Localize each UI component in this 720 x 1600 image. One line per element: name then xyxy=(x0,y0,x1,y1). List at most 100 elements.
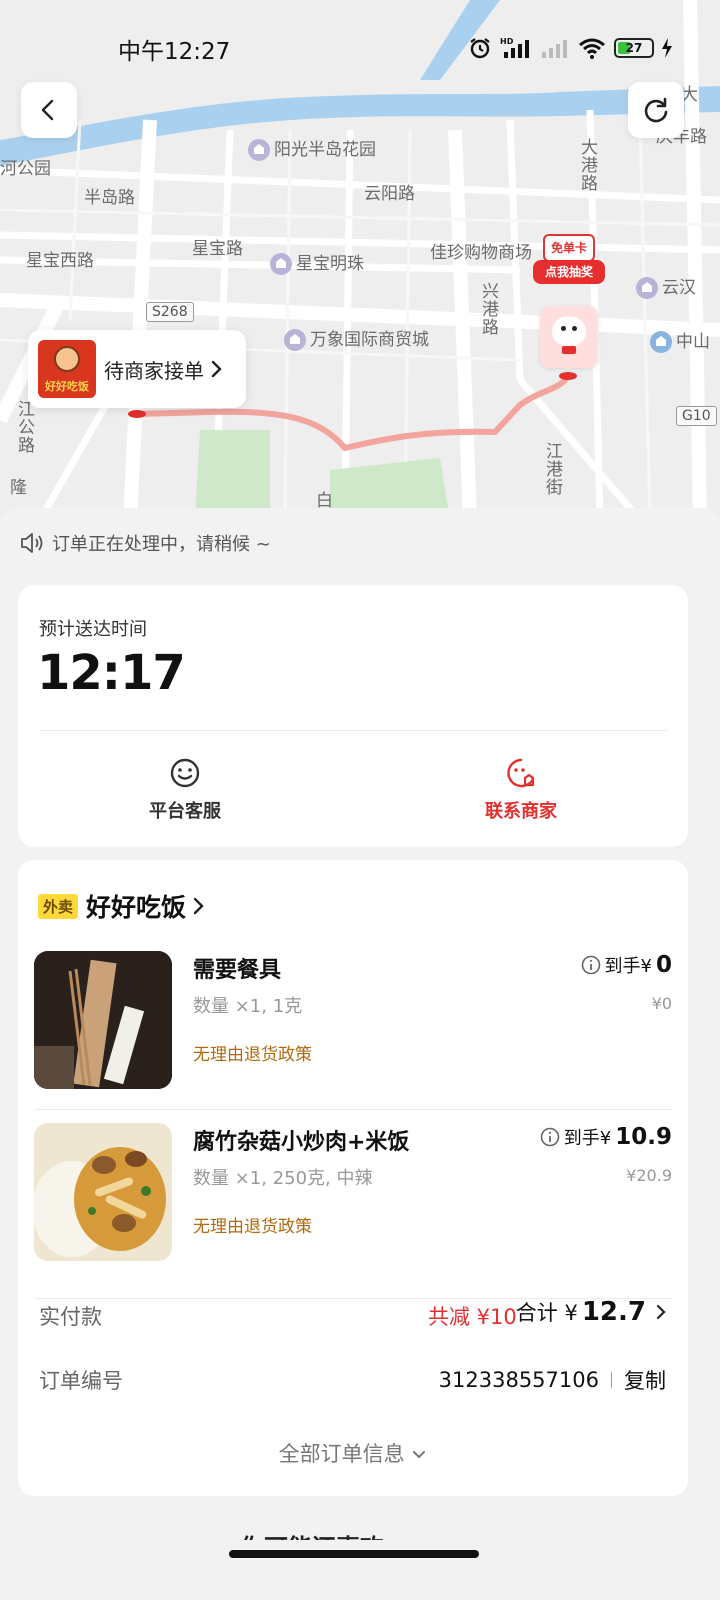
poi-icon xyxy=(284,329,306,351)
order-number: 312338557106 xyxy=(438,1368,599,1392)
charging-icon xyxy=(662,38,672,58)
map-poi-label: 阳光半岛花园 xyxy=(248,135,376,161)
total-prefix: 合计 ¥ xyxy=(515,1301,578,1325)
shop-header[interactable]: 外卖 好好吃饭 xyxy=(38,888,204,924)
info-icon[interactable] xyxy=(540,1127,560,1147)
order-number-label: 订单编号 xyxy=(39,1369,123,1393)
home-indicator[interactable] xyxy=(229,1550,479,1558)
utensil-image xyxy=(34,951,172,1089)
price-prefix: 到手¥ xyxy=(604,956,652,977)
promo-lottery-label: 点我抽奖 xyxy=(533,260,605,284)
paid-label: 实付款 xyxy=(39,1305,102,1329)
courier-marker xyxy=(540,306,598,368)
speaker-icon xyxy=(21,533,43,553)
recommendation-heading: 你可能还喜欢 xyxy=(240,1528,384,1540)
chevron-right-icon xyxy=(193,897,204,915)
map-poi-label: 万象国际商贸城 xyxy=(284,325,429,351)
order-item[interactable]: 需要餐具 数量 ×1, 1克 无理由退货政策 到手¥ 0 ¥0 xyxy=(34,948,672,1120)
notice-text: 订单正在处理中，请稍候 ~ xyxy=(52,534,271,555)
bus-icon xyxy=(650,331,672,353)
shop-chat-icon xyxy=(507,758,535,788)
item-spec: 数量 ×1, 250克, 中辣 xyxy=(193,1168,373,1189)
map-label: 半岛路 xyxy=(84,188,135,208)
order-sheet: 订单正在处理中，请稍候 ~ 预计送达时间 12:17 平台客服 联系商家 外卖 … xyxy=(0,508,720,1600)
status-bar: 中午12:27 HD 27 xyxy=(0,28,720,68)
all-order-info-label: 全部订单信息 xyxy=(278,1442,405,1466)
total-value: 12.7 xyxy=(581,1297,646,1327)
order-number-row: 312338557106 复制 xyxy=(439,1365,666,1395)
signal-icon: HD xyxy=(500,37,529,58)
map-label: 星宝路 xyxy=(192,239,243,259)
map-poi-label: 云汉 xyxy=(636,273,696,299)
highway-badge: G10 xyxy=(676,406,717,426)
map-label: 大港路 xyxy=(577,138,597,192)
status-time: 中午12:27 xyxy=(118,39,231,65)
map-label: 星宝西路 xyxy=(26,251,94,271)
map-poi-label: 星宝明珠 xyxy=(270,249,364,275)
delivery-map[interactable]: 河公园 阳光半岛花园 半岛路 云阳路 大港路 星宝西路 星宝路 星宝明珠 佳珍购… xyxy=(0,0,720,520)
divider xyxy=(39,730,667,731)
price-value: 0 xyxy=(655,952,672,978)
eta-label: 预计送达时间 xyxy=(39,619,147,640)
divider xyxy=(611,1372,612,1388)
chevron-right-icon xyxy=(656,1304,666,1320)
map-label: 佳珍购物商场 xyxy=(430,243,532,263)
chevron-right-icon xyxy=(211,360,222,378)
contact-merchant-button[interactable]: 联系商家 xyxy=(421,757,621,823)
map-label: 江港街 xyxy=(542,442,562,496)
map-label: 兴港路 xyxy=(478,282,498,336)
smile-icon xyxy=(170,758,200,788)
battery-icon: 27 xyxy=(614,38,654,58)
poi-icon xyxy=(270,253,292,275)
order-item[interactable]: 腐竹杂菇小炒肉+米饭 数量 ×1, 250克, 中辣 无理由退货政策 到手¥ 10… xyxy=(34,1120,672,1292)
customer-service-label: 平台客服 xyxy=(149,801,221,822)
free-order-lottery-badge[interactable]: 免单卡 点我抽奖 xyxy=(533,234,605,290)
dish-image xyxy=(34,1123,172,1261)
delivery-tag: 外卖 xyxy=(38,893,79,919)
item-name: 需要餐具 xyxy=(193,958,282,983)
back-button[interactable] xyxy=(21,82,77,138)
order-card: 外卖 好好吃饭 需要餐具 数量 ×1, 1克 无理由退货政策 到手¥ 0 ¥0 … xyxy=(18,860,688,1496)
contact-merchant-label: 联系商家 xyxy=(485,801,557,822)
price-value: 10.9 xyxy=(615,1124,672,1150)
eta-time: 12:17 xyxy=(37,645,186,701)
total-amount[interactable]: 合计 ¥12.7 xyxy=(516,1297,666,1327)
highway-badge: S268 xyxy=(146,302,194,322)
merchant-logo: 好好吃饭 xyxy=(38,340,96,398)
item-price: 到手¥ 0 xyxy=(581,952,672,978)
item-original-price: ¥0 xyxy=(651,994,672,1013)
price-prefix: 到手¥ xyxy=(563,1128,612,1149)
item-return-policy[interactable]: 无理由退货政策 xyxy=(193,1040,312,1065)
svg-text:HD: HD xyxy=(500,37,514,46)
item-original-price: ¥20.9 xyxy=(626,1166,672,1185)
customer-service-button[interactable]: 平台客服 xyxy=(85,757,285,823)
poi-icon xyxy=(248,139,270,161)
item-return-policy[interactable]: 无理由退货政策 xyxy=(193,1212,312,1237)
map-label: 河公园 xyxy=(0,159,51,179)
poi-icon xyxy=(636,277,658,299)
wifi-icon xyxy=(579,38,605,59)
all-order-info-toggle[interactable]: 全部订单信息 xyxy=(18,1438,688,1468)
map-label: 江公路 xyxy=(14,400,34,454)
promo-card-label: 免单卡 xyxy=(543,234,595,262)
item-spec: 数量 ×1, 1克 xyxy=(193,996,303,1017)
processing-notice: 订单正在处理中，请稍候 ~ xyxy=(20,530,271,556)
map-label: 隆 xyxy=(6,478,26,496)
item-price: 到手¥ 10.9 xyxy=(540,1124,672,1150)
signal-2-icon xyxy=(542,40,567,58)
merchant-status-label: 待商家接单 xyxy=(104,358,204,383)
merchant-status-card[interactable]: 好好吃饭 待商家接单 xyxy=(28,330,246,408)
divider xyxy=(34,1109,672,1110)
copy-button[interactable]: 复制 xyxy=(624,1365,666,1395)
shop-name: 好好吃饭 xyxy=(86,893,187,922)
status-icons: HD 27 xyxy=(468,36,672,60)
chevron-left-icon xyxy=(41,99,54,121)
discount-total: 共减 ¥10 xyxy=(428,1305,517,1329)
map-label: 云阳路 xyxy=(364,184,415,204)
alarm-icon xyxy=(470,38,490,59)
refresh-button[interactable] xyxy=(628,82,684,138)
eta-card: 预计送达时间 12:17 平台客服 联系商家 xyxy=(18,585,688,847)
info-icon[interactable] xyxy=(581,955,601,975)
map-poi-label: 中山 xyxy=(650,327,710,353)
item-name: 腐竹杂菇小炒肉+米饭 xyxy=(193,1130,410,1155)
